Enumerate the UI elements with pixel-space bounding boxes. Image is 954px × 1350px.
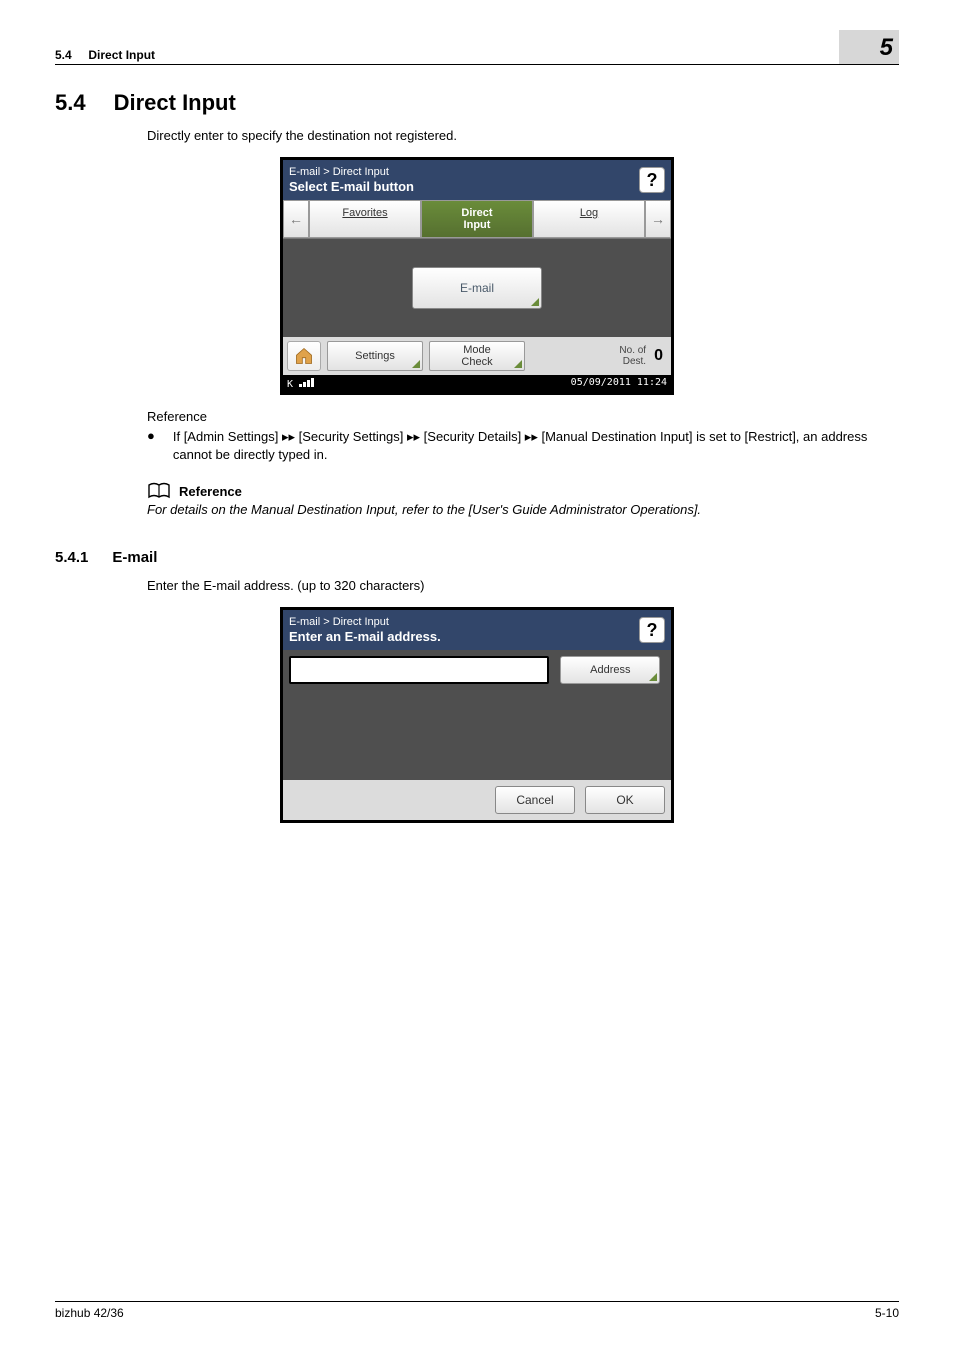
status-datetime: 05/09/2011 11:24 [571,377,667,390]
book-reference-heading: Reference [179,484,242,499]
cancel-button[interactable]: Cancel [495,786,575,814]
mode-check-button-label: Mode Check [461,344,492,368]
dest-label: No. of Dest. [619,345,646,367]
screen1-body: E-mail [283,239,671,337]
tab-favorites[interactable]: Favorites [309,200,421,238]
screen2-body: Address [283,650,671,780]
book-reference-block: Reference For details on the Manual Dest… [147,482,899,517]
cancel-button-label: Cancel [516,793,553,807]
ok-button-label: OK [616,793,633,807]
settings-button[interactable]: Settings [327,341,423,371]
corner-triangle-icon [412,360,420,368]
screen2-footer: Cancel OK [283,780,671,820]
section-heading: 5.4 Direct Input [55,90,899,116]
subsection-paragraph: Enter the E-mail address. (up to 320 cha… [147,578,899,593]
reference-bullet-row: ● If [Admin Settings] ▸▸ [Security Setti… [147,428,899,464]
footer-page-number: 5-10 [875,1306,899,1320]
tab-log[interactable]: Log [533,200,645,238]
bullet-icon: ● [147,428,155,464]
tab-favorites-label: Favorites [342,207,387,219]
status-toner: K [287,377,314,390]
head-section-num: 5.4 [55,48,72,62]
corner-triangle-icon [514,360,522,368]
page-footer: bizhub 42/36 5-10 [55,1301,899,1320]
book-icon [147,482,171,500]
mode-check-button[interactable]: Mode Check [429,341,525,371]
section-number: 5.4 [55,90,86,116]
tab-left-arrow[interactable]: ← [283,200,309,238]
screen1-statusbar: K 05/09/2011 11:24 [283,375,671,392]
subsection-number: 5.4.1 [55,549,88,566]
intro-paragraph: Directly enter to specify the destinatio… [147,128,899,143]
address-button-label: Address [590,664,630,676]
footer-model: bizhub 42/36 [55,1306,124,1320]
subsection-heading: 5.4.1 E-mail [55,549,899,566]
address-button[interactable]: Address [560,656,660,684]
email-button-label: E-mail [460,281,494,295]
dest-count: 0 [654,347,663,365]
screen1-breadcrumb: E-mail > Direct Input [289,166,414,179]
subsection-title: E-mail [112,549,157,566]
device-screen-2: E-mail > Direct Input Enter an E-mail ad… [280,607,674,823]
email-input[interactable] [289,656,549,684]
chapter-badge: 5 [839,30,899,64]
reference-label: Reference [147,409,899,424]
corner-triangle-icon [531,298,539,306]
section-title: Direct Input [114,90,236,116]
corner-triangle-icon [649,673,657,681]
head-section-title: Direct Input [88,48,155,62]
tab-log-label: Log [580,207,598,219]
running-head: 5.4 Direct Input 5 [55,30,899,65]
screen1-header: E-mail > Direct Input Select E-mail butt… [283,160,671,200]
running-head-left: 5.4 Direct Input [55,48,155,62]
screen1-tabs: ← Favorites Direct Input Log → [283,200,671,239]
screen2-prompt: Enter an E-mail address. [289,629,441,645]
home-button[interactable] [287,341,321,371]
device-screen-1: E-mail > Direct Input Select E-mail butt… [280,157,674,395]
tab-right-arrow[interactable]: → [645,200,671,238]
screen1-prompt: Select E-mail button [289,179,414,195]
dest-count-wrap: No. of Dest. 0 [531,345,667,367]
email-button[interactable]: E-mail [412,267,542,309]
tab-direct-input[interactable]: Direct Input [421,200,533,238]
settings-button-label: Settings [355,350,395,362]
toner-level-icon [299,377,314,387]
status-k-label: K [287,379,293,390]
help-icon[interactable]: ? [639,617,665,643]
ok-button[interactable]: OK [585,786,665,814]
book-reference-text: For details on the Manual Destination In… [147,502,899,517]
home-icon [294,346,314,366]
screen2-header: E-mail > Direct Input Enter an E-mail ad… [283,610,671,650]
tab-direct-input-label: Direct Input [461,207,492,231]
help-icon[interactable]: ? [639,167,665,193]
screen2-breadcrumb: E-mail > Direct Input [289,616,441,629]
screen1-footer: Settings Mode Check No. of Dest. 0 [283,337,671,375]
reference-bullet-text: If [Admin Settings] ▸▸ [Security Setting… [173,428,899,464]
